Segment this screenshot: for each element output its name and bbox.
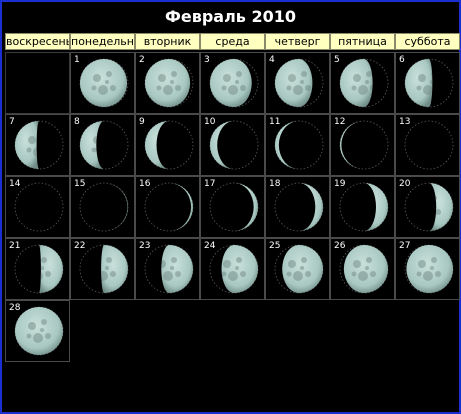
day-cell: 12 — [330, 114, 395, 176]
weekday-header: пятница — [330, 33, 395, 50]
moon-phase-icon — [144, 244, 194, 294]
moon-phase-icon — [404, 182, 454, 232]
moon-phase-icon — [339, 182, 389, 232]
calendar-title: Февраль 2010 — [164, 7, 297, 26]
day-cell: 25 — [265, 238, 330, 300]
moon-phase-icon — [79, 58, 129, 108]
moon-phase-icon — [274, 182, 324, 232]
moon-phase-icon — [144, 182, 194, 232]
moon-phase-icon — [79, 244, 129, 294]
day-cell: 8 — [70, 114, 135, 176]
day-cell: 2 — [135, 52, 200, 114]
weekday-header: среда — [200, 33, 265, 50]
moon-phase-icon — [79, 120, 129, 170]
day-cell: 1 — [70, 52, 135, 114]
day-cell: 15 — [70, 176, 135, 238]
moon-phase-icon — [209, 120, 259, 170]
day-cell: 7 — [5, 114, 70, 176]
moon-phase-icon — [274, 244, 324, 294]
moon-phase-icon — [209, 244, 259, 294]
weekday-header: четверг — [265, 33, 330, 50]
day-cell: 20 — [395, 176, 460, 238]
empty-cell — [5, 52, 70, 114]
moon-phase-icon — [144, 58, 194, 108]
weekday-header: понедельник — [70, 33, 135, 50]
day-cell: 18 — [265, 176, 330, 238]
weekday-header: воскресенье — [5, 33, 70, 50]
day-cell: 26 — [330, 238, 395, 300]
day-cell: 10 — [200, 114, 265, 176]
day-cell: 11 — [265, 114, 330, 176]
calendar-frame: Февраль 2010 воскресеньепонедельниквторн… — [0, 0, 461, 414]
moon-phase-icon — [274, 120, 324, 170]
moon-phase-icon — [14, 120, 64, 170]
moon-phase-icon — [339, 58, 389, 108]
moon-phase-icon — [339, 244, 389, 294]
moon-phase-icon — [144, 120, 194, 170]
moon-phase-icon — [404, 120, 454, 170]
day-cell: 4 — [265, 52, 330, 114]
day-cell: 24 — [200, 238, 265, 300]
day-cell: 27 — [395, 238, 460, 300]
day-cell: 22 — [70, 238, 135, 300]
day-cell: 16 — [135, 176, 200, 238]
moon-phase-icon — [14, 182, 64, 232]
day-cell: 19 — [330, 176, 395, 238]
day-cell: 13 — [395, 114, 460, 176]
moon-phase-icon — [339, 120, 389, 170]
moon-phase-icon — [79, 182, 129, 232]
moon-phase-icon — [14, 244, 64, 294]
moon-phase-icon — [274, 58, 324, 108]
moon-phase-icon — [404, 244, 454, 294]
day-cell: 5 — [330, 52, 395, 114]
moon-phase-icon — [404, 58, 454, 108]
day-cell: 28 — [5, 300, 70, 362]
weekday-header: вторник — [135, 33, 200, 50]
moon-phase-icon — [209, 58, 259, 108]
day-cell: 14 — [5, 176, 70, 238]
day-cell: 17 — [200, 176, 265, 238]
day-cell: 3 — [200, 52, 265, 114]
day-cell: 9 — [135, 114, 200, 176]
moon-phase-icon — [209, 182, 259, 232]
weekday-header: суббота — [395, 33, 460, 50]
day-cell: 23 — [135, 238, 200, 300]
moon-phase-icon — [14, 306, 64, 356]
day-cell: 21 — [5, 238, 70, 300]
day-cell: 6 — [395, 52, 460, 114]
